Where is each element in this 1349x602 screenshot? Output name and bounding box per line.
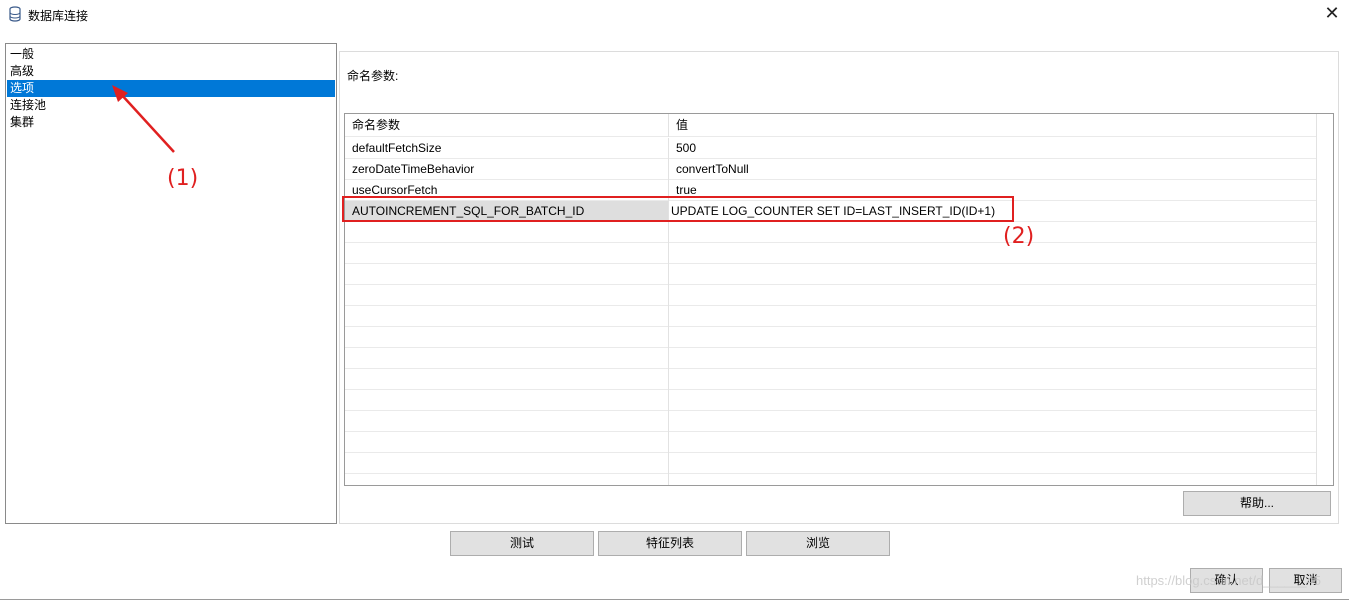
param-value-cell[interactable]: 500 [669, 138, 1316, 159]
empty-row[interactable] [345, 411, 1316, 432]
empty-row[interactable] [345, 369, 1316, 390]
empty-row[interactable] [345, 306, 1316, 327]
empty-row[interactable] [345, 453, 1316, 474]
empty-row[interactable] [345, 285, 1316, 306]
empty-row[interactable] [345, 222, 1316, 243]
empty-row[interactable] [345, 243, 1316, 264]
annotation-highlight-box [342, 196, 1014, 222]
empty-row[interactable] [345, 432, 1316, 453]
empty-row[interactable] [345, 264, 1316, 285]
title-bar: 数据库连接 ✕ [0, 0, 1349, 30]
empty-row[interactable] [345, 474, 1316, 485]
column-header-value[interactable]: 值 [669, 114, 1316, 137]
watermark-text: https://blog.csdn.net/d______45 [1136, 573, 1322, 588]
bottom-divider [0, 599, 1349, 600]
feature-list-button[interactable]: 特征列表 [598, 531, 742, 556]
table-row[interactable]: zeroDateTimeBehavior convertToNull [345, 159, 1316, 180]
named-params-label: 命名参数: [347, 69, 399, 83]
empty-row[interactable] [345, 348, 1316, 369]
close-icon[interactable]: ✕ [1321, 3, 1343, 25]
param-name-cell[interactable]: zeroDateTimeBehavior [345, 159, 669, 180]
browse-button[interactable]: 浏览 [746, 531, 890, 556]
param-name-cell[interactable]: defaultFetchSize [345, 138, 669, 159]
help-button[interactable]: 帮助... [1183, 491, 1331, 516]
table-scrollbar[interactable] [1316, 114, 1333, 485]
test-button[interactable]: 测试 [450, 531, 594, 556]
named-params-table: 命名参数 值 defaultFetchSize 500 zeroDateTime… [344, 113, 1334, 486]
window-title: 数据库连接 [28, 9, 89, 23]
empty-row[interactable] [345, 390, 1316, 411]
column-header-name[interactable]: 命名参数 [345, 114, 669, 137]
empty-row[interactable] [345, 327, 1316, 348]
nav-item-general[interactable]: 一般 [7, 46, 335, 63]
annotation-label-2: (2) [1003, 224, 1035, 249]
table-row[interactable]: defaultFetchSize 500 [345, 138, 1316, 159]
database-icon [9, 6, 21, 22]
param-value-cell[interactable]: convertToNull [669, 159, 1316, 180]
annotation-label-1: (1) [167, 166, 199, 191]
annotation-arrow-icon [112, 85, 175, 153]
table-header-row: 命名参数 值 [345, 114, 1316, 137]
nav-item-advanced[interactable]: 高级 [7, 63, 335, 80]
